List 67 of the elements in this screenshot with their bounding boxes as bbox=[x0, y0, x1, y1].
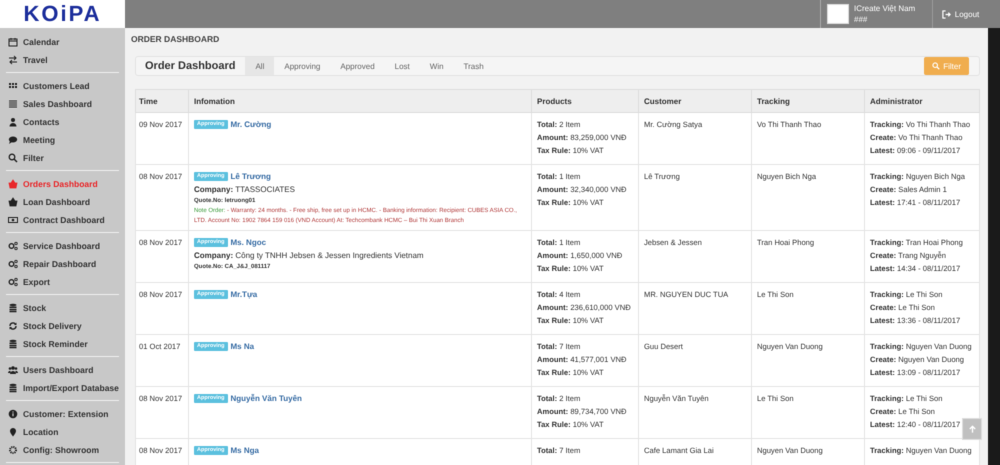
sidebar-item[interactable]: Travel bbox=[6, 51, 119, 69]
customer-link[interactable]: Ms. Ngoc bbox=[230, 236, 266, 249]
chat-icon bbox=[8, 135, 18, 145]
customer-link[interactable]: Ms Na bbox=[230, 340, 254, 353]
sidebar-item[interactable]: Location bbox=[6, 423, 119, 441]
column-header: Tracking bbox=[752, 90, 864, 112]
company-name: ICreate Việt Nam bbox=[854, 3, 916, 14]
sidebar-item[interactable]: Loan Dashboard bbox=[6, 193, 119, 211]
filter-tab[interactable]: All bbox=[245, 57, 274, 75]
customer-link[interactable]: Mr.Tựa bbox=[230, 288, 258, 301]
logo[interactable]: KOiPA bbox=[0, 0, 125, 28]
column-header: Time bbox=[136, 90, 188, 112]
gears-icon bbox=[8, 277, 18, 287]
users-icon bbox=[8, 365, 18, 375]
column-header: Products bbox=[532, 90, 638, 112]
customer-link[interactable]: Mr. Cường bbox=[230, 118, 272, 131]
user-code: ### bbox=[854, 14, 868, 25]
panel-title: Order Dashboard bbox=[145, 60, 236, 72]
sidebar-item[interactable]: Calendar bbox=[6, 33, 119, 51]
cal-icon bbox=[8, 37, 18, 47]
swap-icon bbox=[8, 55, 18, 65]
filter-tab[interactable]: Trash bbox=[454, 57, 494, 75]
sidebar-item[interactable]: Config: Showroom bbox=[6, 441, 119, 459]
company-text: Company: Công ty TNHH Jebsen & Jessen Ingredients Vietnam bbox=[194, 250, 425, 262]
pin-icon bbox=[8, 427, 18, 437]
info-icon bbox=[8, 409, 18, 419]
customer-link[interactable]: Lê Trương bbox=[230, 170, 271, 183]
search-icon bbox=[932, 62, 940, 70]
customer-link[interactable]: Ms Nga bbox=[230, 444, 259, 457]
sidebar-item[interactable]: Users Dashboard bbox=[6, 361, 119, 379]
sync-icon bbox=[8, 321, 18, 331]
db-icon bbox=[8, 339, 18, 349]
customer-link[interactable]: Nguyễn Văn Tuyên bbox=[230, 392, 302, 405]
sidebar-item[interactable]: Stock Reminder bbox=[6, 335, 119, 353]
sidebar-item[interactable]: Sales Dashboard bbox=[6, 95, 119, 113]
grid-icon bbox=[8, 81, 18, 91]
filter-tab[interactable]: Approving bbox=[274, 57, 330, 75]
sidebar-item[interactable]: Stock bbox=[6, 299, 119, 317]
sidebar-item[interactable]: Stock Delivery bbox=[6, 317, 119, 335]
user-icon bbox=[8, 117, 18, 127]
sidebar-item[interactable]: Meeting bbox=[6, 131, 119, 149]
filter-tab[interactable]: Lost bbox=[384, 57, 420, 75]
sidebar-item[interactable]: Contacts bbox=[6, 113, 119, 131]
sidebar-item[interactable]: Service Dashboard bbox=[6, 237, 119, 255]
column-header: Infomation bbox=[188, 90, 532, 112]
sidebar-item[interactable]: Customers Lead bbox=[6, 77, 119, 95]
sidebar-item[interactable]: Contract Dashboard bbox=[6, 211, 119, 229]
company-text: Company: TTASSOCIATES bbox=[194, 184, 296, 196]
card-icon bbox=[8, 215, 18, 225]
sidebar-item[interactable]: Filter bbox=[6, 149, 119, 167]
db-icon bbox=[8, 383, 18, 393]
sidebar-item[interactable]: Export bbox=[6, 273, 119, 291]
column-header: Customer bbox=[638, 90, 752, 112]
logout-icon bbox=[942, 10, 951, 18]
db-icon bbox=[8, 303, 18, 313]
sidebar-item[interactable]: Repair Dashboard bbox=[6, 255, 119, 273]
list-icon bbox=[8, 99, 18, 109]
gears-icon bbox=[8, 241, 18, 251]
scroll-top-button[interactable] bbox=[962, 418, 982, 440]
sidebar-item[interactable]: Import/Export Database bbox=[6, 379, 119, 397]
column-header: Administrator bbox=[864, 90, 980, 112]
filter-tab[interactable]: Approved bbox=[330, 57, 385, 75]
sidebar-item[interactable]: Customer: Extension bbox=[6, 405, 119, 423]
search-icon bbox=[8, 153, 18, 163]
up-arrow-icon bbox=[968, 424, 976, 434]
gears-icon bbox=[8, 259, 18, 269]
filter-tab[interactable]: Win bbox=[420, 57, 454, 75]
